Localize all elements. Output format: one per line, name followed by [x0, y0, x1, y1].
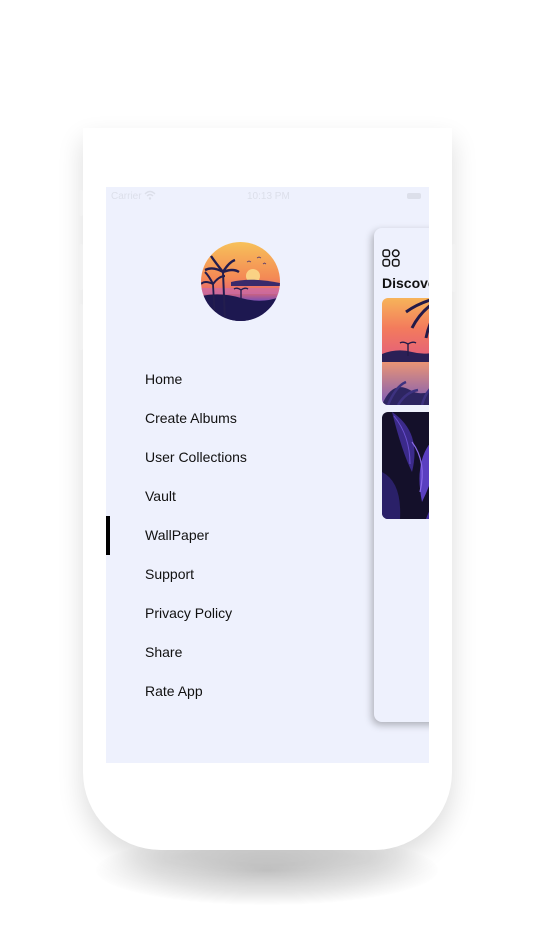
menu-item-share[interactable]: Share [106, 633, 356, 672]
menu-item-label: Vault [145, 488, 176, 504]
volume-up-button [79, 244, 83, 290]
menu-item-user-collections[interactable]: User Collections [106, 438, 356, 477]
wifi-icon [144, 190, 156, 203]
tropical-sunset-avatar[interactable] [201, 242, 280, 321]
menu-item-rate-app[interactable]: Rate App [106, 672, 356, 711]
power-button [452, 244, 456, 292]
mute-switch [79, 190, 83, 216]
volume-down-button [79, 304, 83, 350]
menu-item-wallpaper[interactable]: WallPaper [106, 516, 356, 555]
battery-icon [407, 193, 421, 199]
menu-item-vault[interactable]: Vault [106, 477, 356, 516]
menu-item-label: Home [145, 371, 183, 387]
status-time: 10:13 PM [247, 191, 290, 202]
menu-item-label: Privacy Policy [145, 605, 233, 621]
purple-leaves-wallpaper[interactable] [382, 412, 429, 519]
main-content-preview[interactable]: Discove [374, 228, 429, 722]
status-bar: Carrier 10:13 PM [106, 187, 429, 207]
menu-item-label: Rate App [145, 683, 203, 699]
carrier-label: Carrier [111, 191, 142, 202]
menu-item-privacy-policy[interactable]: Privacy Policy [106, 594, 356, 633]
menu-item-label: Support [145, 566, 195, 582]
menu-item-label: Create Albums [145, 410, 237, 426]
menu-item-create-albums[interactable]: Create Albums [106, 399, 356, 438]
app-screen: Carrier 10:13 PM Home Create Albums User… [106, 187, 429, 763]
menu-item-label: User Collections [145, 449, 247, 465]
tropical-sunset-wallpaper[interactable] [382, 298, 429, 405]
selected-indicator [106, 516, 110, 555]
menu-item-home[interactable]: Home [106, 360, 356, 399]
discover-title: Discove [382, 275, 429, 291]
menu-item-label: Share [145, 644, 183, 660]
drawer-menu: Home Create Albums User Collections Vaul… [106, 360, 356, 711]
grid-icon[interactable] [382, 249, 400, 267]
menu-item-label: WallPaper [145, 527, 210, 543]
menu-item-support[interactable]: Support [106, 555, 356, 594]
